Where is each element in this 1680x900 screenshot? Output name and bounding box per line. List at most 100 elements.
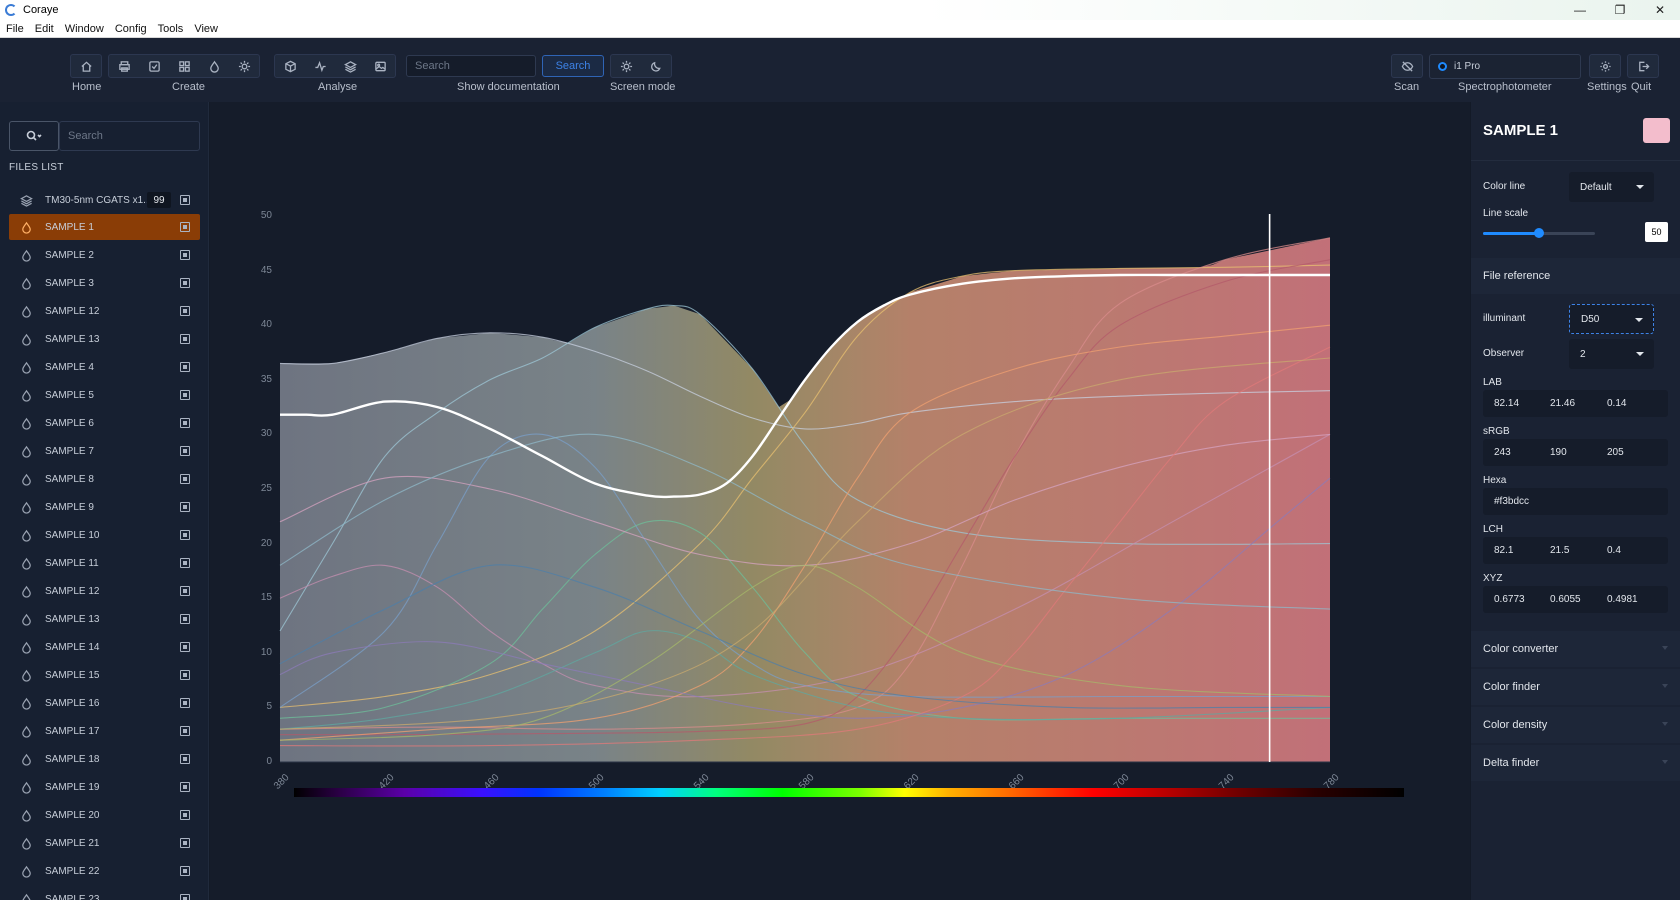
file-checkbox[interactable] (180, 418, 190, 428)
file-item[interactable]: SAMPLE 15 (9, 662, 200, 688)
file-item[interactable]: SAMPLE 12 (9, 578, 200, 604)
delta-finder-section[interactable]: Delta finder (1471, 745, 1680, 781)
file-checkbox[interactable] (180, 586, 190, 596)
settings-button[interactable] (1590, 55, 1620, 77)
spectrophotometer-select[interactable]: i1 Pro (1429, 54, 1581, 79)
search-filter-button[interactable] (9, 121, 59, 151)
file-checkbox[interactable] (180, 334, 190, 344)
file-checkbox[interactable] (180, 754, 190, 764)
file-checkbox[interactable] (180, 474, 190, 484)
color-density-section[interactable]: Color density (1471, 707, 1680, 743)
file-item[interactable]: SAMPLE 20 (9, 802, 200, 828)
color-finder-section[interactable]: Color finder (1471, 669, 1680, 705)
file-item[interactable]: SAMPLE 16 (9, 690, 200, 716)
quit-button[interactable] (1628, 55, 1658, 77)
file-checkbox[interactable] (180, 866, 190, 876)
file-item[interactable]: SAMPLE 2 (9, 242, 200, 268)
home-button[interactable] (71, 55, 101, 77)
file-checkbox[interactable] (180, 614, 190, 624)
file-item[interactable]: SAMPLE 22 (9, 858, 200, 884)
cube-button[interactable] (275, 55, 305, 77)
color-converter-section[interactable]: Color converter (1471, 631, 1680, 667)
file-checkbox[interactable] (180, 558, 190, 568)
file-item[interactable]: SAMPLE 10 (9, 522, 200, 548)
file-checkbox[interactable] (180, 894, 190, 900)
light-button[interactable] (229, 55, 259, 77)
file-group-checkbox[interactable] (180, 195, 190, 205)
image-button[interactable] (365, 55, 395, 77)
file-item[interactable]: SAMPLE 9 (9, 494, 200, 520)
file-item[interactable]: SAMPLE 13 (9, 606, 200, 632)
file-group-row[interactable]: TM30-5nm CGATS x1... 99 (9, 187, 200, 213)
menu-file[interactable]: File (6, 23, 24, 35)
doc-search-button[interactable]: Search (542, 55, 604, 77)
slider-handle[interactable] (1534, 228, 1544, 238)
observer-select[interactable]: 2 (1569, 339, 1654, 369)
file-item[interactable]: SAMPLE 8 (9, 466, 200, 492)
file-checkbox[interactable] (180, 362, 190, 372)
file-checkbox[interactable] (180, 250, 190, 260)
file-checkbox[interactable] (180, 222, 190, 232)
chevron-down-icon (1636, 185, 1644, 189)
file-checkbox[interactable] (180, 838, 190, 848)
line-scale-slider[interactable] (1483, 228, 1595, 238)
close-button[interactable]: ✕ (1640, 0, 1680, 20)
menu-tools[interactable]: Tools (158, 23, 184, 35)
file-checkbox[interactable] (180, 446, 190, 456)
file-item[interactable]: SAMPLE 21 (9, 830, 200, 856)
file-item[interactable]: SAMPLE 23 (9, 886, 200, 900)
lch-label: LCH (1483, 524, 1504, 535)
file-checkbox[interactable] (180, 726, 190, 736)
dark-mode-button[interactable] (641, 55, 671, 77)
file-checkbox[interactable] (180, 306, 190, 316)
grid-button[interactable] (169, 55, 199, 77)
show-doc-label: Show documentation (457, 81, 560, 93)
xyz-x: 0.6773 (1494, 594, 1525, 605)
file-item[interactable]: SAMPLE 17 (9, 718, 200, 744)
file-checkbox[interactable] (180, 642, 190, 652)
light-mode-button[interactable] (611, 55, 641, 77)
file-item[interactable]: SAMPLE 4 (9, 354, 200, 380)
drop-icon (209, 60, 219, 73)
file-checkbox[interactable] (180, 782, 190, 792)
menu-view[interactable]: View (194, 23, 218, 35)
file-reference-header[interactable]: File reference (1471, 258, 1680, 294)
file-checkbox[interactable] (180, 278, 190, 288)
file-checkbox[interactable] (180, 698, 190, 708)
file-checkbox[interactable] (180, 530, 190, 540)
menu-config[interactable]: Config (115, 23, 147, 35)
menu-edit[interactable]: Edit (35, 23, 54, 35)
file-item[interactable]: SAMPLE 1 (9, 214, 200, 240)
file-checkbox[interactable] (180, 390, 190, 400)
minimize-button[interactable]: — (1560, 0, 1600, 20)
file-item[interactable]: SAMPLE 18 (9, 746, 200, 772)
doc-search-input[interactable]: Search (406, 55, 536, 77)
layers-button[interactable] (335, 55, 365, 77)
file-search-input[interactable]: Search (59, 121, 200, 151)
graph-button[interactable] (305, 55, 335, 77)
file-item[interactable]: SAMPLE 6 (9, 410, 200, 436)
color-line-select[interactable]: Default (1569, 172, 1654, 202)
file-checkbox[interactable] (180, 810, 190, 820)
file-item[interactable]: SAMPLE 19 (9, 774, 200, 800)
file-item[interactable]: SAMPLE 3 (9, 270, 200, 296)
maximize-button[interactable]: ❐ (1600, 0, 1640, 20)
file-item[interactable]: SAMPLE 11 (9, 550, 200, 576)
file-name: SAMPLE 23 (45, 893, 100, 900)
file-item[interactable]: SAMPLE 7 (9, 438, 200, 464)
menu-window[interactable]: Window (65, 23, 104, 35)
file-item[interactable]: SAMPLE 13 (9, 326, 200, 352)
drop-button[interactable] (199, 55, 229, 77)
line-scale-input[interactable]: 50 (1645, 222, 1668, 242)
file-item[interactable]: SAMPLE 12 (9, 298, 200, 324)
file-item[interactable]: SAMPLE 14 (9, 634, 200, 660)
file-item[interactable]: SAMPLE 5 (9, 382, 200, 408)
spectral-chart[interactable] (210, 102, 1470, 900)
check-doc-button[interactable] (139, 55, 169, 77)
file-checkbox[interactable] (180, 670, 190, 680)
file-checkbox[interactable] (180, 502, 190, 512)
file-name: SAMPLE 2 (45, 249, 94, 261)
print-button[interactable] (109, 55, 139, 77)
illuminant-select[interactable]: D50 (1569, 304, 1654, 334)
scan-button[interactable] (1392, 55, 1422, 77)
